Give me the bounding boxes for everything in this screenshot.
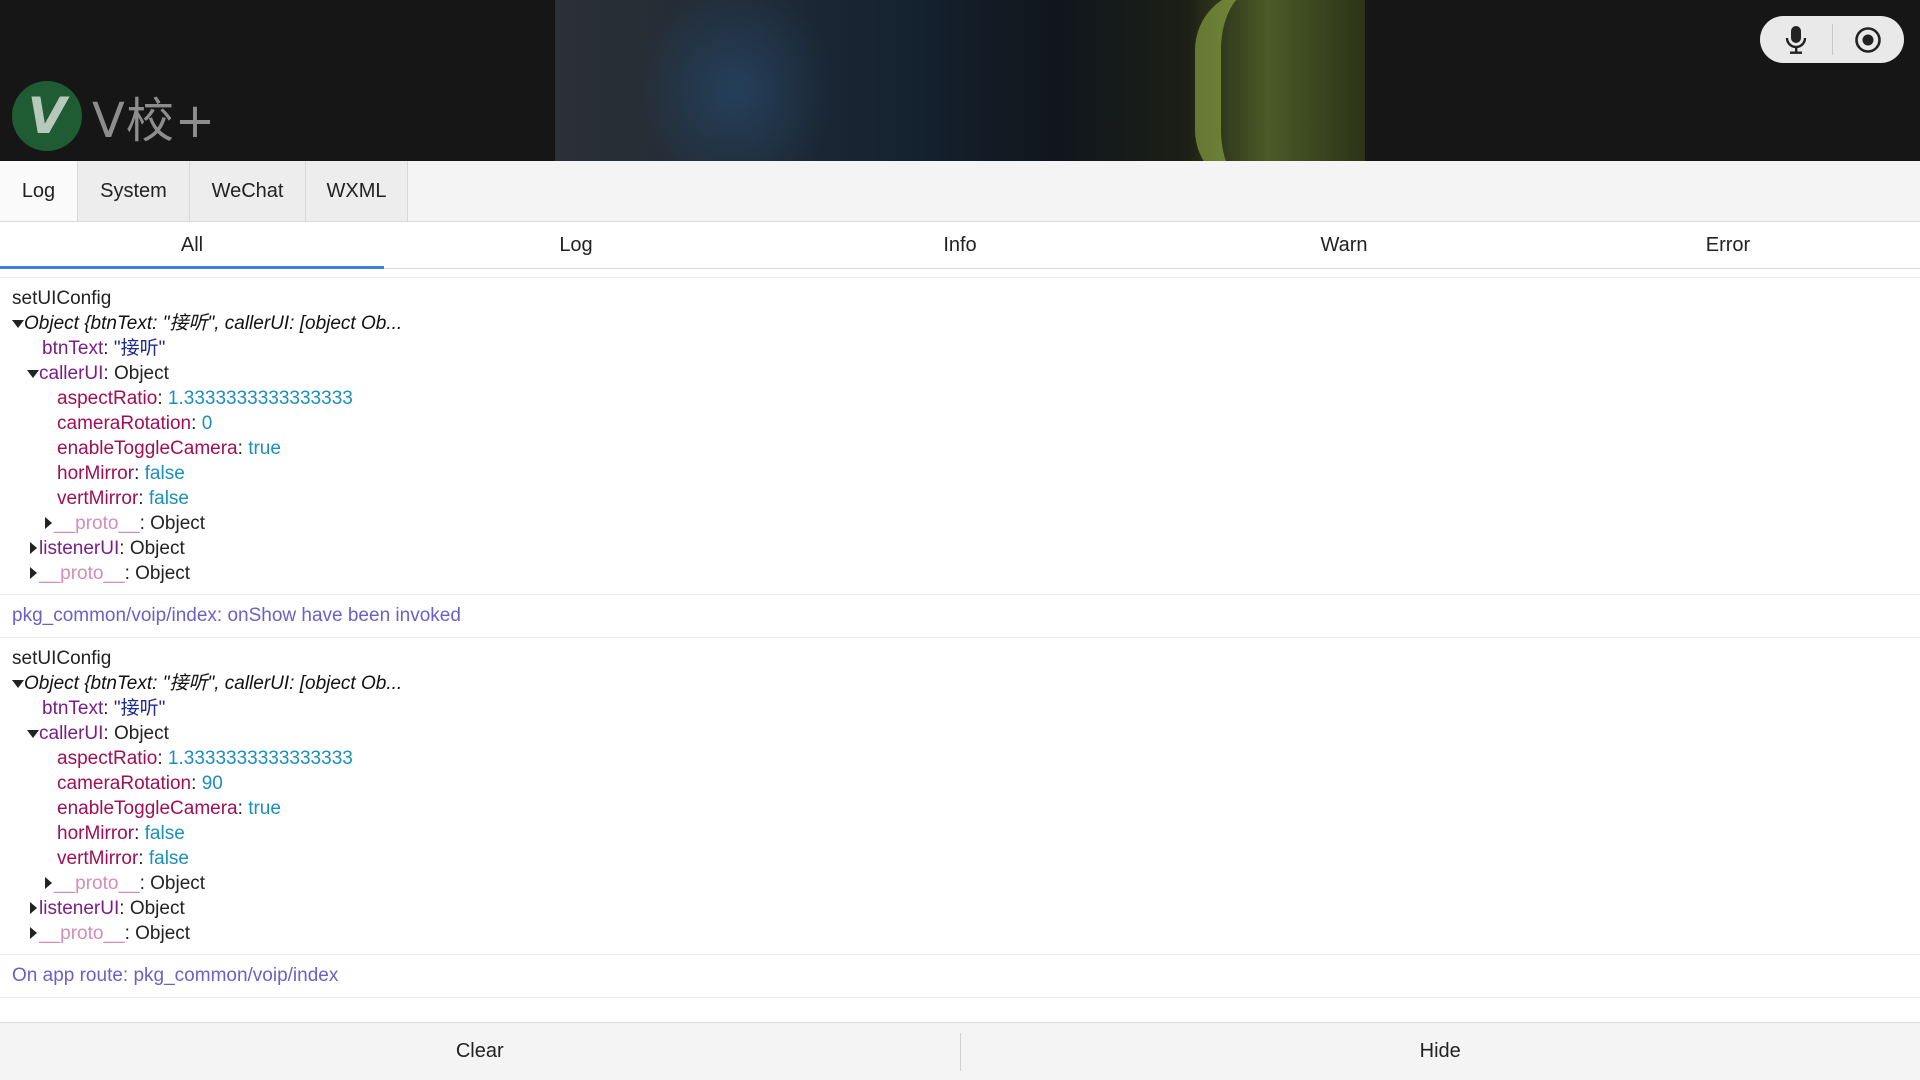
route-text: pkg_common/voip/index: onShow have been …	[12, 605, 461, 626]
tab-system[interactable]: System	[78, 161, 190, 221]
tab-log[interactable]: Log	[0, 161, 78, 221]
log-title: setUIConfig	[12, 288, 112, 309]
property-row-listener-ui[interactable]: listenerUI: Object	[12, 896, 1908, 921]
log-title: setUIConfig	[12, 648, 112, 669]
log-entry: setUIConfig Object {btnText: "接听", calle…	[0, 277, 1920, 595]
property-row: aspectRatio: 1.3333333333333333	[57, 388, 353, 409]
filter-tab-error[interactable]: Error	[1536, 222, 1920, 268]
property-row-proto[interactable]: __proto__: Object	[12, 511, 1908, 536]
filter-tab-all[interactable]: All	[0, 222, 384, 269]
collapse-arrow-icon[interactable]	[42, 517, 54, 529]
property-row-proto[interactable]: __proto__: Object	[12, 921, 1908, 946]
property-row: aspectRatio: 1.3333333333333333	[57, 748, 353, 769]
log-entry-route: pkg_common/voip/index: onShow have been …	[0, 595, 1920, 638]
collapse-arrow-icon[interactable]	[27, 542, 39, 554]
property-row-caller-ui[interactable]: callerUI: Object	[12, 721, 1908, 746]
brand: V V校+	[12, 80, 216, 152]
expand-arrow-icon[interactable]	[27, 727, 39, 739]
mic-icon	[1785, 25, 1806, 54]
property-row: horMirror: false	[57, 823, 185, 844]
property-row: horMirror: false	[57, 463, 185, 484]
clear-button[interactable]: Clear	[0, 1023, 960, 1080]
filter-tabs: All Log Info Warn Error	[0, 222, 1920, 269]
mic-button[interactable]	[1760, 16, 1832, 63]
log-entry-route: On app route: pkg_common/voip/index	[0, 955, 1920, 998]
tab-wxml[interactable]: WXML	[306, 161, 408, 221]
call-controls	[1760, 16, 1904, 63]
hide-button[interactable]: Hide	[961, 1023, 1920, 1080]
filter-tab-info[interactable]: Info	[768, 222, 1152, 268]
property-row-proto[interactable]: __proto__: Object	[12, 871, 1908, 896]
log-list[interactable]: setUIConfig Object {btnText: "接听", calle…	[0, 269, 1920, 1022]
log-entry: setUIConfig Object {btnText: "接听", calle…	[0, 638, 1920, 955]
video-area: V V校+	[0, 0, 1920, 161]
expand-arrow-icon[interactable]	[27, 367, 39, 379]
collapse-arrow-icon[interactable]	[27, 902, 39, 914]
collapse-arrow-icon[interactable]	[27, 927, 39, 939]
object-summary: Object {btnText: "接听", callerUI: [object…	[24, 313, 403, 334]
property-row: cameraRotation: 90	[57, 773, 223, 794]
property-row: btnText: "接听"	[42, 338, 166, 359]
filter-tab-log[interactable]: Log	[384, 222, 768, 268]
record-icon	[1855, 26, 1882, 53]
collapse-arrow-icon[interactable]	[27, 567, 39, 579]
tab-wechat[interactable]: WeChat	[190, 161, 306, 221]
property-row: enableToggleCamera: true	[57, 798, 281, 819]
filter-tab-warn[interactable]: Warn	[1152, 222, 1536, 268]
brand-name: V校+	[92, 93, 217, 149]
property-row: vertMirror: false	[57, 488, 189, 509]
expand-arrow-icon[interactable]	[12, 317, 24, 329]
expand-arrow-icon[interactable]	[12, 677, 24, 689]
object-summary-row[interactable]: Object {btnText: "接听", callerUI: [object…	[12, 671, 1908, 696]
object-summary: Object {btnText: "接听", callerUI: [object…	[24, 673, 403, 694]
collapse-arrow-icon[interactable]	[42, 877, 54, 889]
record-button[interactable]	[1833, 16, 1905, 63]
object-summary-row[interactable]: Object {btnText: "接听", callerUI: [object…	[12, 311, 1908, 336]
property-row: enableToggleCamera: true	[57, 438, 281, 459]
property-row: btnText: "接听"	[42, 698, 166, 719]
property-row-listener-ui[interactable]: listenerUI: Object	[12, 536, 1908, 561]
property-row-proto[interactable]: __proto__: Object	[12, 561, 1908, 586]
camera-preview	[555, 0, 1365, 161]
bottom-bar: Clear Hide	[0, 1022, 1920, 1080]
property-row-caller-ui[interactable]: callerUI: Object	[12, 361, 1908, 386]
property-row: cameraRotation: 0	[57, 413, 213, 434]
route-text: On app route: pkg_common/voip/index	[12, 965, 339, 986]
main-tabs: Log System WeChat WXML	[0, 161, 1920, 222]
property-row: vertMirror: false	[57, 848, 189, 869]
brand-logo: V	[12, 81, 82, 151]
